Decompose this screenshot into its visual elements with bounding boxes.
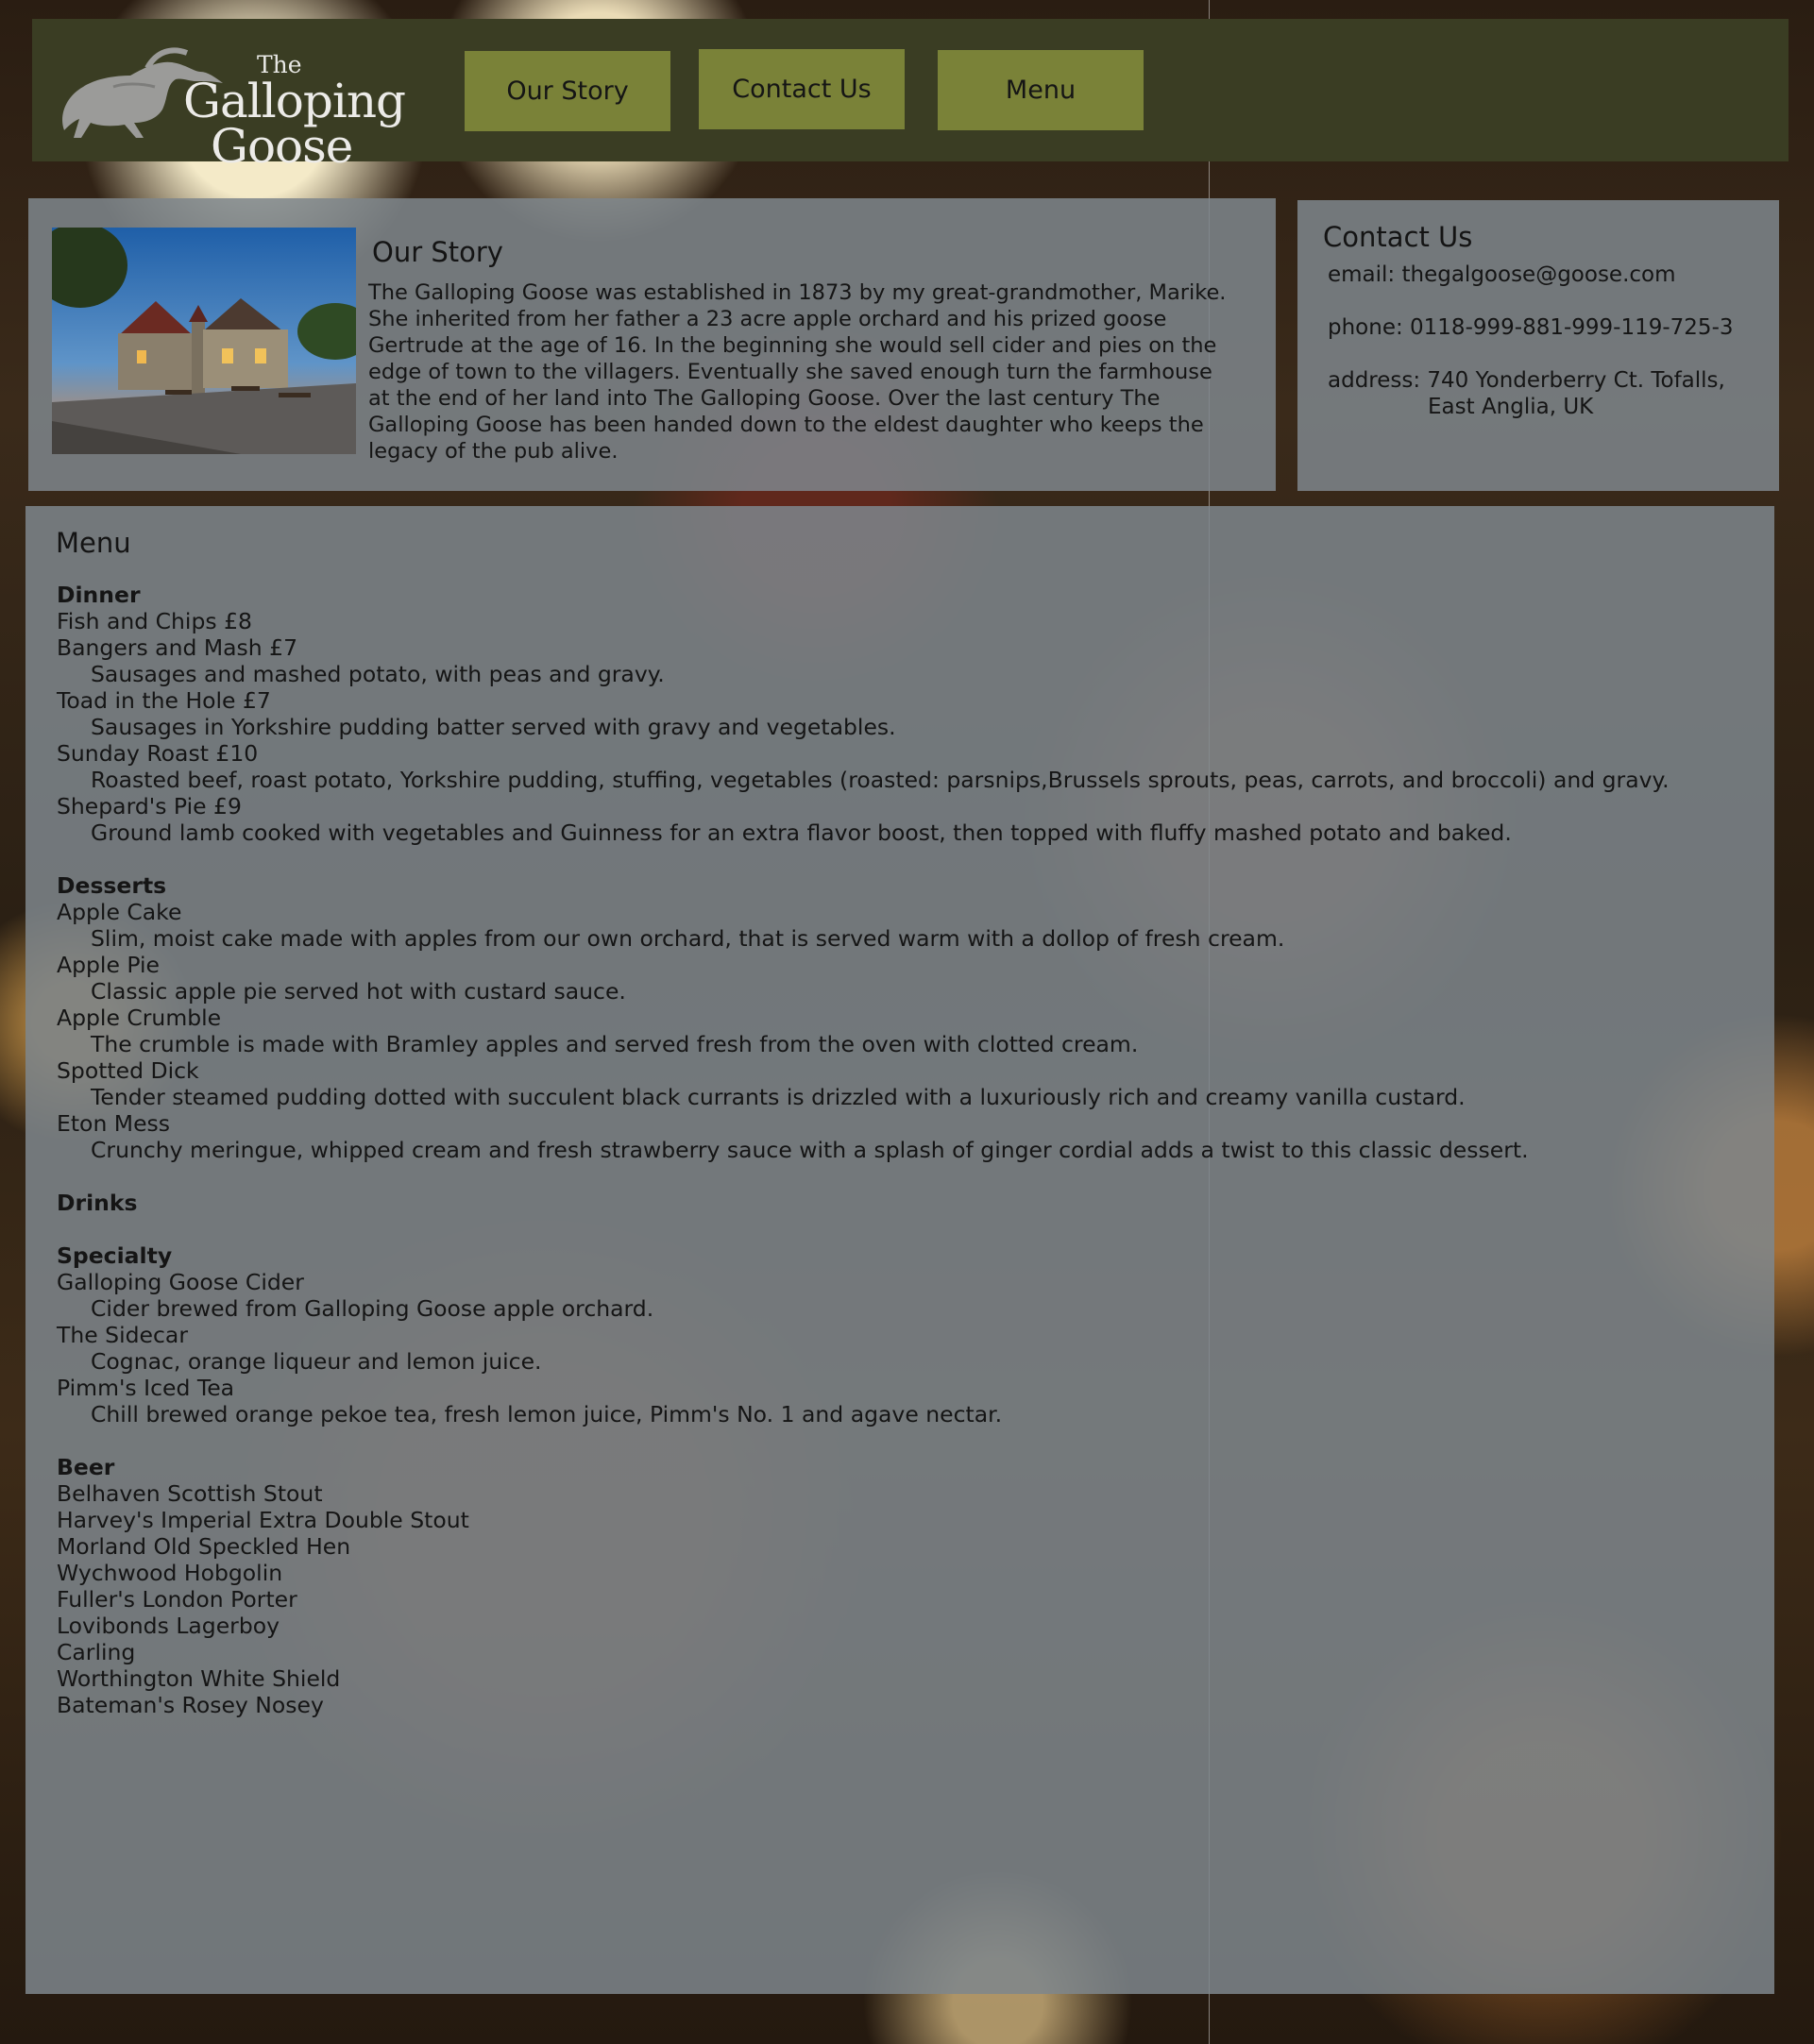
menu-item: Bangers and Mash £7 xyxy=(57,634,298,661)
menu-item: Apple Crumble xyxy=(57,1005,222,1031)
beer-item: Carling xyxy=(57,1639,136,1665)
site-logo[interactable]: The Galloping Goose xyxy=(57,30,434,174)
menu-item-desc: Cognac, orange liqueur and lemon juice. xyxy=(91,1348,542,1375)
menu-item: Sunday Roast £10 xyxy=(57,740,259,767)
menu-item: Eton Mess xyxy=(57,1110,171,1137)
nav-menu-button[interactable]: Menu xyxy=(938,50,1144,130)
menu-section: Menu Dinner Fish and Chips £8 Bangers an… xyxy=(25,506,1774,1994)
nav-our-story-button[interactable]: Our Story xyxy=(465,51,670,131)
menu-item-desc: Roasted beef, roast potato, Yorkshire pu… xyxy=(91,767,1670,793)
brand-goose: Goose xyxy=(211,119,353,174)
menu-item-desc: Slim, moist cake made with apples from o… xyxy=(91,925,1285,952)
specialty-heading: Specialty xyxy=(57,1242,173,1269)
contact-phone: phone: 0118-999-881-999-119-725-3 xyxy=(1328,315,1734,340)
beer-item: Fuller's London Porter xyxy=(57,1586,297,1613)
menu-item: The Sidecar xyxy=(57,1322,188,1348)
menu-item-desc: Cider brewed from Galloping Goose apple … xyxy=(91,1295,654,1322)
beer-item: Bateman's Rosey Nosey xyxy=(57,1692,324,1718)
beer-item: Wychwood Hobgolin xyxy=(57,1560,283,1586)
menu-item-desc: Chill brewed orange pekoe tea, fresh lem… xyxy=(91,1401,1003,1427)
menu-item-desc: Sausages and mashed potato, with peas an… xyxy=(91,661,665,687)
beer-item: Lovibonds Lagerboy xyxy=(57,1613,280,1639)
beer-item: Belhaven Scottish Stout xyxy=(57,1480,323,1507)
menu-item: Shepard's Pie £9 xyxy=(57,793,242,819)
nav-contact-us-button[interactable]: Contact Us xyxy=(699,49,905,129)
menu-item-desc: Ground lamb cooked with vegetables and G… xyxy=(91,819,1512,846)
contact-address-line2: East Anglia, UK xyxy=(1428,395,1594,419)
dinner-heading: Dinner xyxy=(57,582,141,608)
our-story-text: The Galloping Goose was established in 1… xyxy=(368,280,1227,464)
drinks-heading: Drinks xyxy=(57,1190,138,1216)
menu-list: Dinner Fish and Chips £8 Bangers and Mas… xyxy=(57,582,1747,1718)
menu-item-desc: Sausages in Yorkshire pudding batter ser… xyxy=(91,714,896,740)
menu-item: Spotted Dick xyxy=(57,1057,199,1084)
menu-item: Galloping Goose Cider xyxy=(57,1269,304,1295)
contact-address: address: 740 Yonderberry Ct. Tofalls, xyxy=(1328,368,1725,393)
desserts-heading: Desserts xyxy=(57,872,167,899)
menu-item: Apple Cake xyxy=(57,899,182,925)
site-header: The Galloping Goose Our Story Contact Us… xyxy=(32,19,1789,174)
beer-item: Harvey's Imperial Extra Double Stout xyxy=(57,1507,469,1533)
our-story-title: Our Story xyxy=(372,236,503,268)
menu-item: Fish and Chips £8 xyxy=(57,608,252,634)
pub-photo xyxy=(52,228,356,454)
menu-item-desc: Tender steamed pudding dotted with succu… xyxy=(91,1084,1466,1110)
our-story-section: Our Story The Galloping Goose was establ… xyxy=(28,198,1276,491)
menu-item: Pimm's Iced Tea xyxy=(57,1375,235,1401)
menu-item-desc: The crumble is made with Bramley apples … xyxy=(91,1031,1139,1057)
contact-us-section: Contact Us email: thegalgoose@goose.com … xyxy=(1297,200,1779,491)
beer-item: Morland Old Speckled Hen xyxy=(57,1533,351,1560)
menu-item-desc: Crunchy meringue, whipped cream and fres… xyxy=(91,1137,1529,1163)
beer-heading: Beer xyxy=(57,1454,115,1480)
menu-title: Menu xyxy=(56,527,131,559)
menu-item: Apple Pie xyxy=(57,952,161,978)
menu-item-desc: Classic apple pie served hot with custar… xyxy=(91,978,626,1005)
menu-item: Toad in the Hole £7 xyxy=(57,687,271,714)
beer-item: Worthington White Shield xyxy=(57,1665,341,1692)
contact-title: Contact Us xyxy=(1323,221,1473,253)
contact-email: email: thegalgoose@goose.com xyxy=(1328,262,1676,287)
